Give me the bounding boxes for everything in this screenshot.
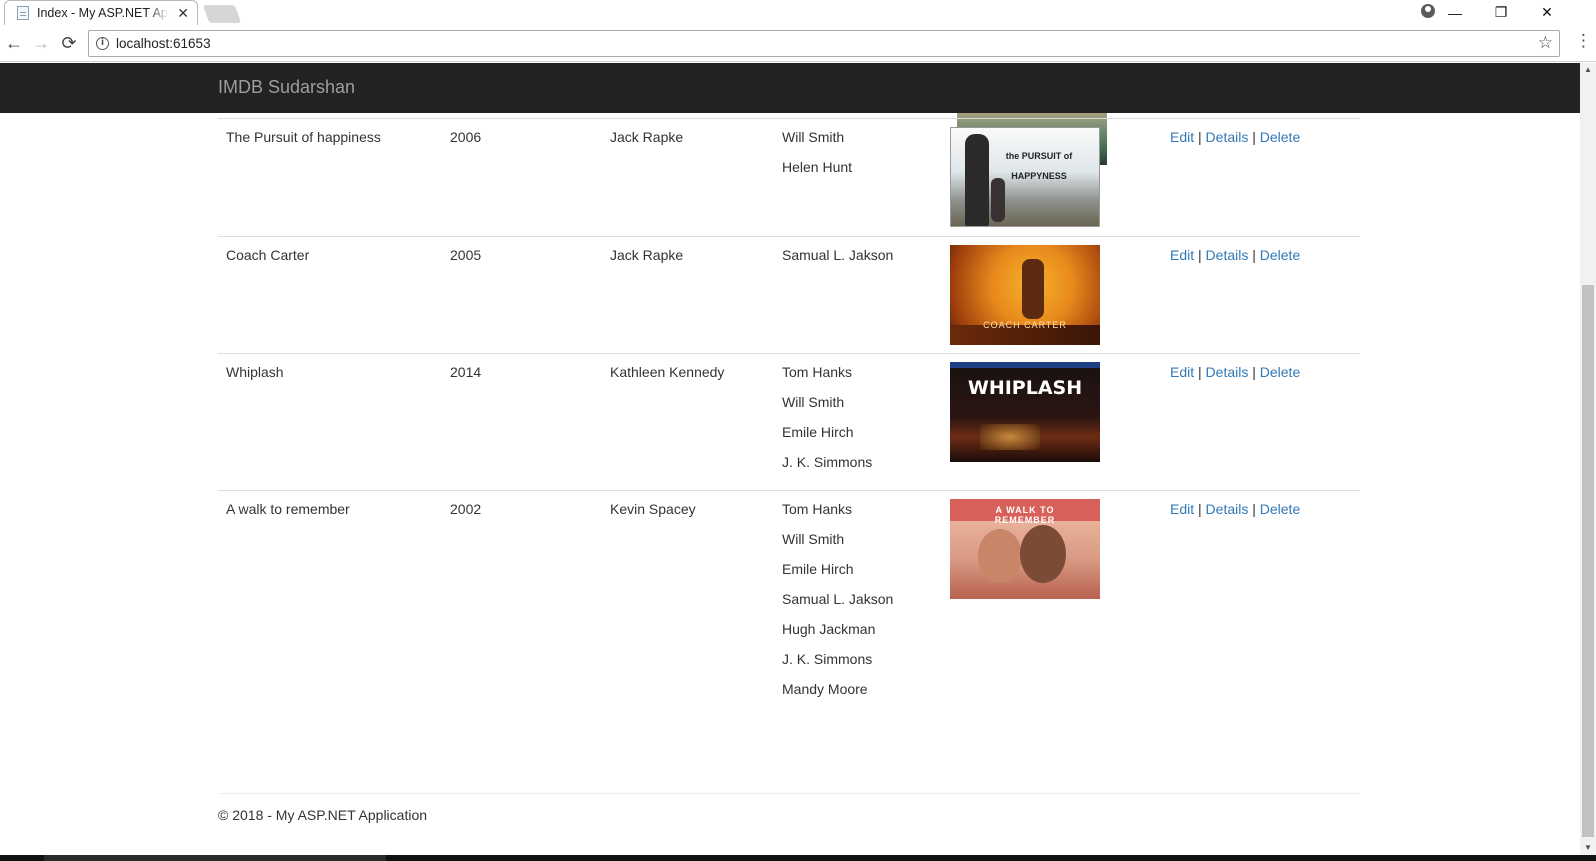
poster-image: the PURSUIT of HAPPYNESS bbox=[950, 126, 1100, 227]
movie-title: A walk to remember bbox=[218, 489, 442, 707]
actor-name: Emile Hirch bbox=[782, 423, 854, 440]
actor-name: Helen Hunt bbox=[782, 158, 853, 175]
navbar: IMDB Sudarshan bbox=[0, 63, 1580, 113]
poster-image: WHIPLASH bbox=[950, 361, 1100, 462]
link-separator: | bbox=[1252, 246, 1256, 263]
link-separator: | bbox=[1198, 363, 1202, 380]
tab-strip: Index - My ASP.NET Application ✕ — ❐ ✕ bbox=[0, 0, 1596, 25]
actor-name: Tom Hanks bbox=[782, 500, 853, 517]
actor-name: Hugh Jackman bbox=[782, 620, 876, 637]
scrollbar-thumb[interactable] bbox=[1582, 285, 1594, 837]
poster-caption: the PURSUIT of HAPPYNESS bbox=[1005, 150, 1073, 181]
table-row: Coach Carter 2005 Jack Rapke Samual L. J… bbox=[218, 235, 1360, 353]
poster-cell: the PURSUIT of HAPPYNESS bbox=[942, 117, 1162, 236]
link-separator: | bbox=[1198, 500, 1202, 517]
page-viewport: IMDB Sudarshan The Pursuit of happiness … bbox=[0, 63, 1580, 855]
actor-name: Mandy Moore bbox=[782, 680, 868, 697]
new-tab-button[interactable] bbox=[202, 5, 242, 23]
actor-name: Samual L. Jakson bbox=[782, 590, 894, 607]
delete-link[interactable]: Delete bbox=[1260, 247, 1300, 263]
row-actions: Edit | Details | Delete bbox=[1162, 117, 1360, 236]
page-icon bbox=[17, 6, 29, 20]
delete-link[interactable]: Delete bbox=[1260, 501, 1300, 517]
movies-table: The Pursuit of happiness 2006 Jack Rapke… bbox=[218, 106, 1360, 707]
tab-title: Index - My ASP.NET Application bbox=[37, 6, 169, 20]
footer-divider bbox=[218, 793, 1360, 794]
edit-link[interactable]: Edit bbox=[1170, 364, 1194, 380]
edit-link[interactable]: Edit bbox=[1170, 501, 1194, 517]
close-window-button[interactable]: ✕ bbox=[1524, 0, 1570, 25]
browser-tab[interactable]: Index - My ASP.NET Application ✕ bbox=[4, 0, 198, 25]
table-row: A walk to remember 2002 Kevin Spacey Tom… bbox=[218, 489, 1360, 707]
address-text: localhost:61653 bbox=[116, 36, 211, 51]
movie-actors: Will Smith Helen Hunt bbox=[774, 117, 942, 236]
reload-icon[interactable]: ⟳ bbox=[59, 33, 79, 53]
details-link[interactable]: Details bbox=[1206, 247, 1249, 263]
row-actions: Edit | Details | Delete bbox=[1162, 235, 1360, 353]
movie-actors: Tom Hanks Will Smith Emile Hirch Samual … bbox=[774, 489, 942, 707]
poster-cell: WHIPLASH bbox=[942, 352, 1162, 490]
details-link[interactable]: Details bbox=[1206, 364, 1249, 380]
minimize-button[interactable]: — bbox=[1432, 0, 1478, 25]
actor-name: J. K. Simmons bbox=[782, 650, 873, 667]
edit-link[interactable]: Edit bbox=[1170, 129, 1194, 145]
poster-image: A WALK TO REMEMBER bbox=[950, 498, 1100, 599]
browser-toolbar: ← → ⟳ i localhost:61653 ☆ bbox=[0, 25, 1596, 62]
movie-producer: Jack Rapke bbox=[602, 117, 774, 236]
scroll-up-arrow-icon[interactable]: ▲ bbox=[1580, 63, 1596, 77]
movie-producer: Kathleen Kennedy bbox=[602, 352, 774, 490]
movie-year: 2014 bbox=[442, 352, 602, 490]
poster-caption: COACH CARTER bbox=[983, 319, 1067, 330]
brand-link[interactable]: IMDB Sudarshan bbox=[218, 77, 355, 98]
movie-title: Coach Carter bbox=[218, 235, 442, 353]
browser-menu-icon[interactable]: ⋮ bbox=[1575, 32, 1592, 49]
table-row: The Pursuit of happiness 2006 Jack Rapke… bbox=[218, 117, 1360, 236]
scroll-down-arrow-icon[interactable]: ▼ bbox=[1580, 841, 1596, 855]
details-link[interactable]: Details bbox=[1206, 501, 1249, 517]
actor-name: Will Smith bbox=[782, 393, 845, 410]
movie-producer: Kevin Spacey bbox=[602, 489, 774, 707]
delete-link[interactable]: Delete bbox=[1260, 364, 1300, 380]
actor-name: Emile Hirch bbox=[782, 560, 854, 577]
restore-button[interactable]: ❐ bbox=[1478, 0, 1524, 25]
forward-arrow-icon[interactable]: → bbox=[31, 33, 51, 53]
link-separator: | bbox=[1252, 500, 1256, 517]
link-separator: | bbox=[1252, 128, 1256, 145]
info-icon[interactable]: i bbox=[96, 37, 109, 50]
address-bar[interactable]: i localhost:61653 ☆ bbox=[88, 30, 1560, 57]
actor-name: Will Smith bbox=[782, 128, 845, 145]
actor-name: Will Smith bbox=[782, 530, 845, 547]
poster-caption: WHIPLASH bbox=[967, 376, 1083, 399]
poster-cell: A WALK TO REMEMBER bbox=[942, 489, 1162, 707]
movie-producer: Jack Rapke bbox=[602, 235, 774, 353]
movie-year: 2002 bbox=[442, 489, 602, 707]
back-arrow-icon[interactable]: ← bbox=[4, 33, 24, 53]
details-link[interactable]: Details bbox=[1206, 129, 1249, 145]
link-separator: | bbox=[1252, 363, 1256, 380]
movie-actors: Samual L. Jakson bbox=[774, 235, 942, 353]
close-tab-icon[interactable]: ✕ bbox=[177, 6, 189, 20]
movie-actors: Tom Hanks Will Smith Emile Hirch J. K. S… bbox=[774, 352, 942, 490]
link-separator: | bbox=[1198, 246, 1202, 263]
vertical-scrollbar[interactable]: ▲ ▼ bbox=[1580, 63, 1596, 855]
link-separator: | bbox=[1198, 128, 1202, 145]
actor-name: J. K. Simmons bbox=[782, 453, 873, 470]
movie-year: 2006 bbox=[442, 117, 602, 236]
poster-cell: COACH CARTER bbox=[942, 235, 1162, 353]
movie-year: 2005 bbox=[442, 235, 602, 353]
os-taskbar bbox=[0, 855, 1596, 861]
bookmark-star-icon[interactable]: ☆ bbox=[1538, 33, 1553, 53]
movie-title: The Pursuit of happiness bbox=[218, 117, 442, 236]
edit-link[interactable]: Edit bbox=[1170, 247, 1194, 263]
row-actions: Edit | Details | Delete bbox=[1162, 489, 1360, 707]
actor-name: Tom Hanks bbox=[782, 363, 853, 380]
poster-caption: A WALK TO REMEMBER bbox=[994, 504, 1056, 525]
actor-name: Samual L. Jakson bbox=[782, 246, 894, 263]
table-row: Whiplash 2014 Kathleen Kennedy Tom Hanks… bbox=[218, 352, 1360, 490]
poster-image: COACH CARTER bbox=[950, 244, 1100, 345]
delete-link[interactable]: Delete bbox=[1260, 129, 1300, 145]
footer-text: © 2018 - My ASP.NET Application bbox=[218, 807, 428, 823]
movie-title: Whiplash bbox=[218, 352, 442, 490]
row-actions: Edit | Details | Delete bbox=[1162, 352, 1360, 490]
